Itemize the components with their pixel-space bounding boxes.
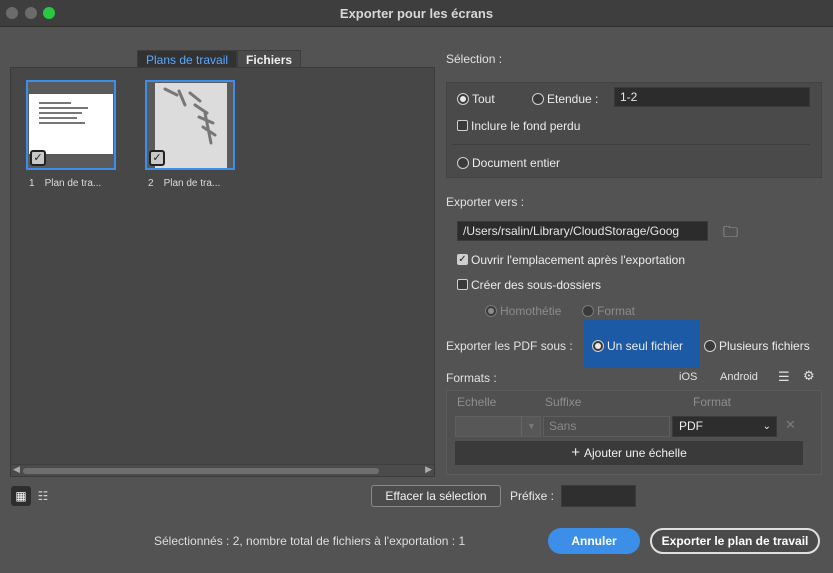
artboard-label-2: 2 Plan de tra... [148,178,221,189]
chevron-down-icon: ⌄ [762,421,771,432]
horizontal-scrollbar[interactable]: ◀ ▶ [11,464,434,476]
radio-range[interactable]: Etendue : [532,91,598,106]
android-preset-button[interactable]: Android [720,371,758,383]
artboard-thumbnail-1[interactable]: ✓ [26,80,116,170]
status-text: Sélectionnés : 2, nombre total de fichie… [154,534,466,548]
open-location-box: ✓ [457,254,468,266]
open-location-checkbox[interactable]: ✓ Ouvrir l'emplacement après l'exportatio… [457,252,685,267]
prefix-label: Préfixe : [510,489,555,503]
ios-preset-button[interactable]: iOS [679,371,697,383]
artboard-preview-1 [29,94,113,154]
export-artboard-button[interactable]: Exporter le plan de travail [650,528,820,554]
create-subfolders-checkbox[interactable]: Créer des sous-dossiers [457,277,601,292]
format-column-header: Format [693,395,732,409]
tab-files[interactable]: Fichiers [237,50,302,68]
include-bleed-checkbox[interactable]: Inclure le fond perdu [457,118,580,133]
scrollbar-thumb[interactable] [23,468,379,474]
suffix-column-header: Suffixe [545,395,582,409]
radio-whole-document-indicator [457,156,469,169]
format-select[interactable]: PDF ⌄ [672,416,777,437]
gear-icon[interactable]: ⚙ [803,368,815,384]
formats-label: Formats : [446,371,497,385]
grid-view-icon[interactable]: ▦ [11,486,31,506]
export-to-label: Exporter vers : [446,195,525,209]
remove-scale-icon[interactable]: ✕ [785,417,796,433]
title-bar: Exporter pour les écrans [0,0,833,27]
radio-multiple-files-indicator [704,339,716,352]
close-window-button[interactable] [6,7,18,19]
scroll-left-icon[interactable]: ◀ [13,464,20,475]
add-scale-button[interactable]: + Ajouter une échelle [455,441,803,465]
artboard-label-1: 1 Plan de tra... [29,178,102,189]
radio-format-indicator [582,304,594,317]
radio-whole-document[interactable]: Document entier [457,155,560,170]
radio-all-indicator [457,92,469,105]
artboard-thumbnail-2[interactable]: ✓ [145,80,235,170]
include-bleed-box [457,120,468,132]
clear-selection-button[interactable]: Effacer la sélection [371,485,501,507]
artboard-sketch-graphic [163,87,217,145]
create-subfolders-box [457,279,468,291]
window-title: Exporter pour les écrans [339,6,494,21]
list-view-icon[interactable]: ☷ [33,486,53,506]
artboard-checkbox-2[interactable]: ✓ [149,150,165,166]
plus-icon: + [571,444,580,461]
radio-format[interactable]: Format [582,303,635,318]
prefix-input[interactable] [561,485,636,507]
scale-column-header: Echelle [457,395,497,409]
scroll-right-icon[interactable]: ▶ [425,464,432,475]
radio-all[interactable]: Tout [457,91,495,106]
radio-single-file[interactable]: Un seul fichier [592,338,683,353]
radio-range-indicator [532,92,544,105]
radio-homothetie-indicator [485,304,497,317]
selection-divider [452,144,810,145]
tab-bar: Plans de travail Fichiers [137,50,302,68]
tab-artboards[interactable]: Plans de travail [137,50,238,68]
artboard-preview-2 [155,83,227,168]
suffix-input[interactable]: Sans [543,416,670,437]
list-options-icon[interactable]: ☰ [778,369,790,385]
radio-multiple-files[interactable]: Plusieurs fichiers [704,338,810,353]
artboard-grid: ✓ 1 Plan de tra... ✓ 2 Plan de tra... ◀ ▶ [10,67,435,477]
artboard-checkbox-1[interactable]: ✓ [30,150,46,166]
radio-single-file-indicator [592,339,604,352]
formats-table: Echelle Suffixe Format ▼ Sans PDF ⌄ ✕ + A… [446,390,822,475]
radio-homothetie[interactable]: Homothétie [485,303,561,318]
folder-icon[interactable]: 🗀 [723,222,738,247]
scale-dropdown-icon: ▼ [521,416,541,437]
selection-label: Sélection : [446,52,503,66]
maximize-window-button[interactable] [43,7,55,19]
pdf-export-label: Exporter les PDF sous : [446,339,573,353]
range-input[interactable]: 1-2 [614,87,810,107]
cancel-button[interactable]: Annuler [548,528,640,554]
minimize-window-button[interactable] [25,7,37,19]
export-path-input[interactable]: /Users/rsalin/Library/CloudStorage/Goog [457,221,708,241]
